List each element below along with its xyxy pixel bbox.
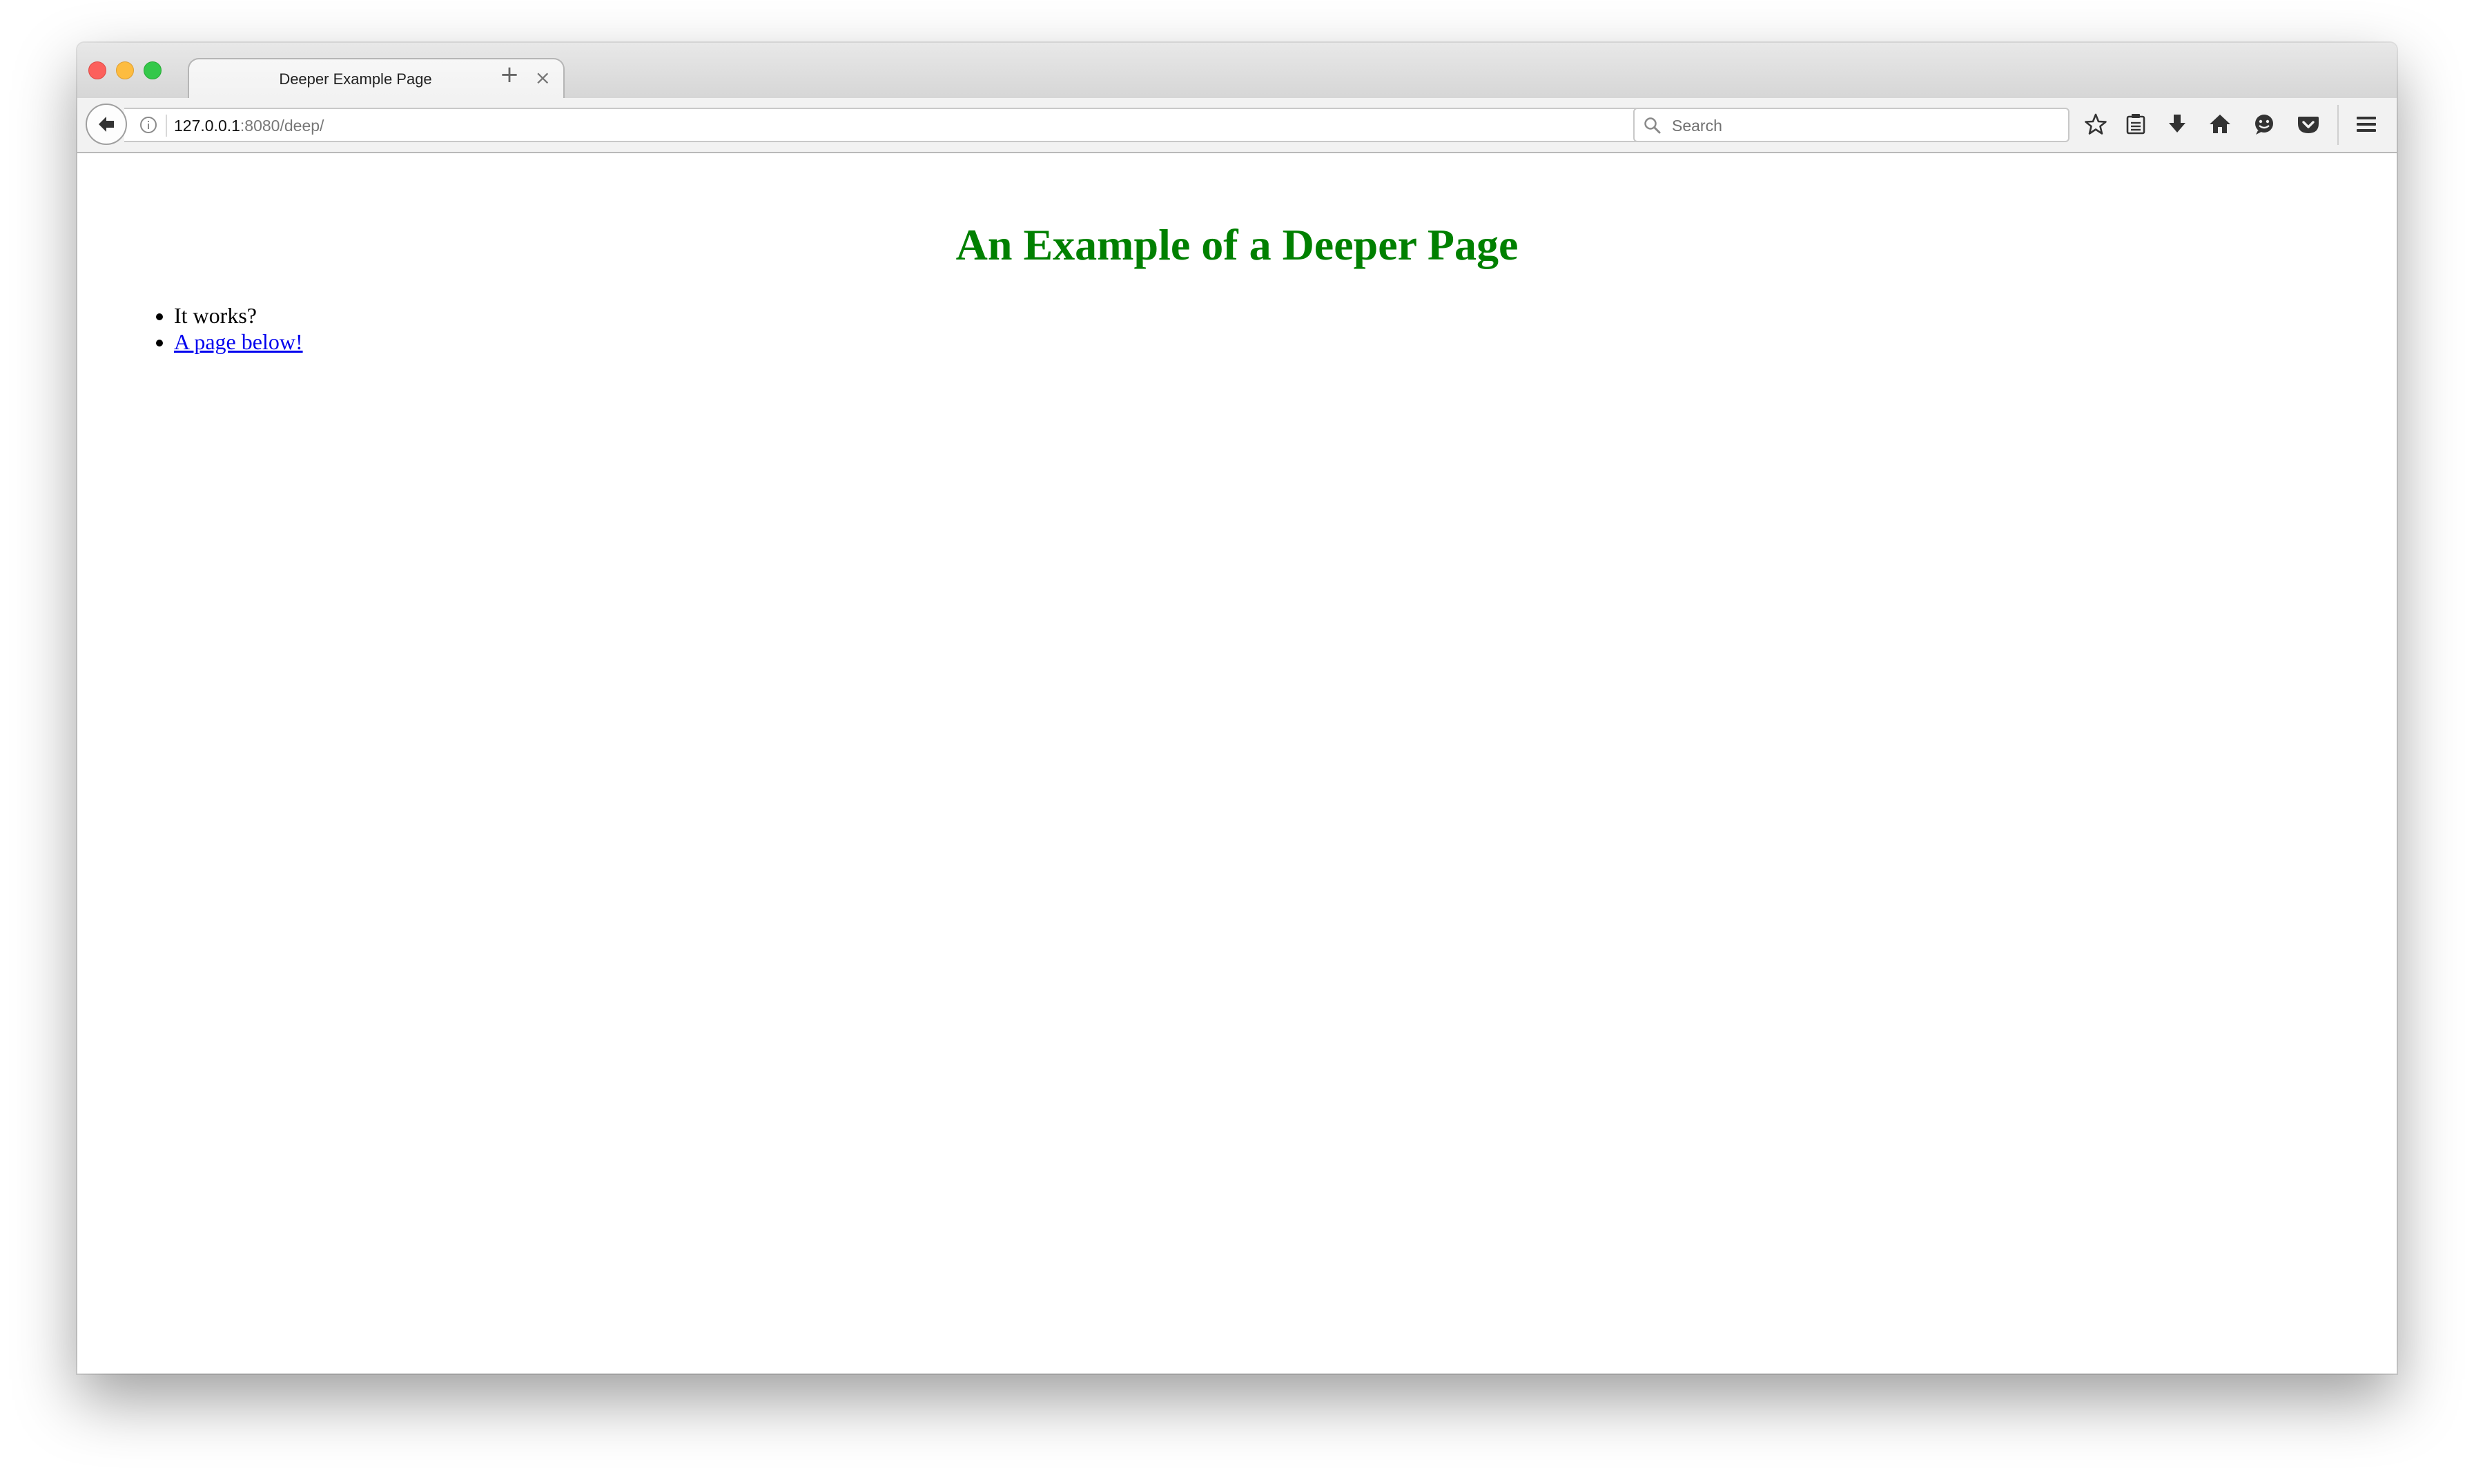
hello-icon[interactable] xyxy=(2250,110,2278,138)
page-list: It works? A page below! xyxy=(144,302,303,355)
search-bar[interactable] xyxy=(1633,108,2069,142)
star-icon[interactable] xyxy=(2082,110,2110,138)
list-item: A page below! xyxy=(174,329,303,355)
pocket-icon[interactable] xyxy=(2295,110,2322,138)
menu-icon[interactable] xyxy=(2353,110,2380,138)
url-divider xyxy=(166,115,167,137)
page-heading: An Example of a Deeper Page xyxy=(955,220,1519,269)
info-icon[interactable] xyxy=(139,116,157,134)
page-content: An Example of a Deeper Page It works? A … xyxy=(77,153,2397,1374)
reading-list-icon[interactable] xyxy=(2122,110,2150,138)
back-button[interactable] xyxy=(86,104,127,145)
url-host: 127.0.0.1 xyxy=(174,117,240,135)
list-item: It works? xyxy=(174,302,303,329)
close-window-button[interactable] xyxy=(88,61,106,79)
download-icon[interactable] xyxy=(2163,110,2191,138)
toolbar-divider xyxy=(2337,105,2339,145)
home-icon[interactable] xyxy=(2206,110,2234,138)
new-tab-button[interactable]: + xyxy=(496,61,523,88)
back-arrow-icon xyxy=(99,117,114,132)
nav-bar: 127.0.0.1:8080/deep/ xyxy=(77,98,2397,153)
url-bar[interactable]: 127.0.0.1:8080/deep/ xyxy=(124,108,1702,142)
list-item-text: It works? xyxy=(174,303,257,328)
minimize-window-button[interactable] xyxy=(116,61,134,79)
url-text[interactable]: 127.0.0.1:8080/deep/ xyxy=(174,117,324,135)
page-below-link[interactable]: A page below! xyxy=(174,329,303,354)
maximize-window-button[interactable] xyxy=(144,61,162,79)
tab-title: Deeper Example Page xyxy=(279,70,432,88)
tab-strip: Deeper Example Page × + xyxy=(77,43,2397,99)
tab-close-icon[interactable]: × xyxy=(535,66,551,89)
search-icon xyxy=(1644,117,1661,134)
search-input[interactable] xyxy=(1671,112,2060,139)
url-path: :8080/deep/ xyxy=(240,117,324,135)
browser-window: Deeper Example Page × + 127.0.0.1:8080/d… xyxy=(77,43,2397,1374)
